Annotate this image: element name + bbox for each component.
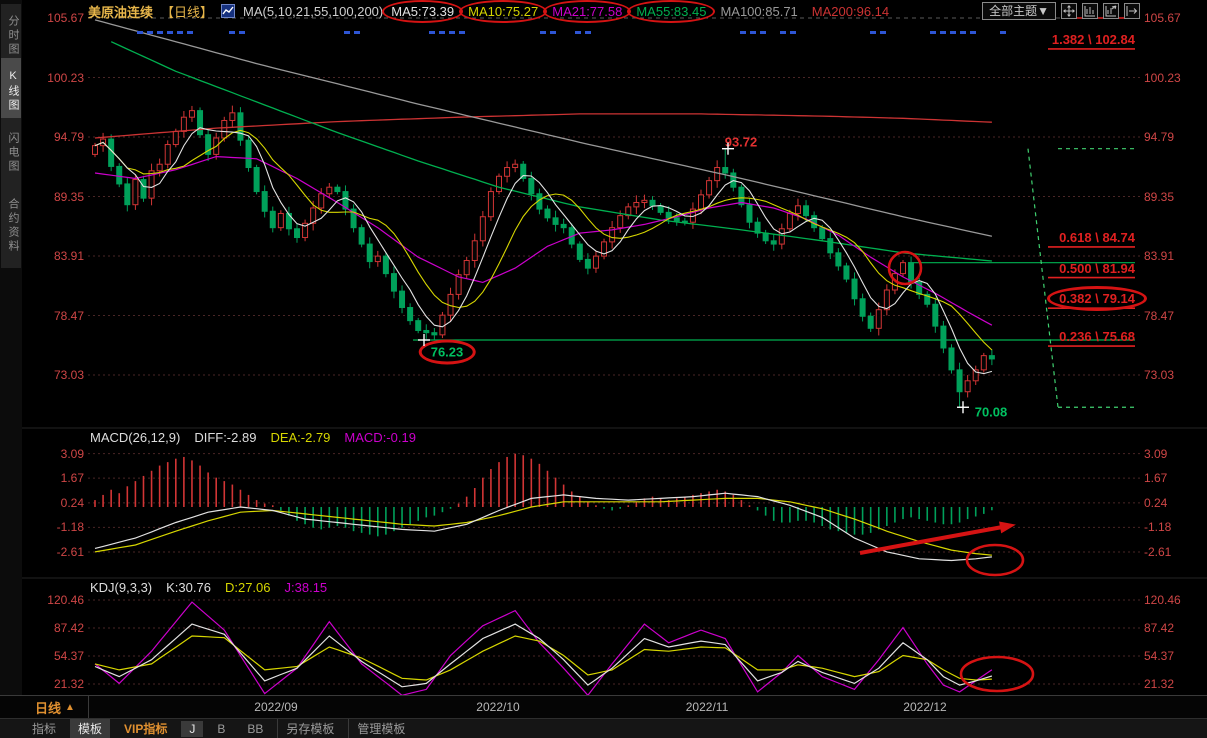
ma-value-label: MA100:85.71 — [720, 4, 797, 19]
sidebar-tab-合约资料[interactable]: 合约资料 — [1, 184, 21, 268]
price-axis-label-right: 78.47 — [1144, 309, 1174, 323]
price-axis-label-right: -2.61 — [1144, 545, 1171, 559]
price-axis-label-left: 78.47 — [24, 309, 84, 323]
bottom-toolbar: 指标模板VIP指标JBBB另存模板管理模板 — [0, 718, 1207, 738]
toolbar-item-VIP指标[interactable]: VIP指标 — [116, 719, 175, 738]
toolbar-item-模板[interactable]: 模板 — [70, 719, 110, 738]
macd-dea-value: DEA:-2.79 — [270, 430, 330, 445]
kdj-j-value: J:38.15 — [285, 580, 328, 595]
shift-right-icon[interactable] — [1124, 3, 1140, 19]
price-axis-label-left: 0.24 — [24, 496, 84, 510]
fib-level-label: 0.382 \ 79.14 — [1059, 291, 1135, 306]
price-axis-label-right: 1.67 — [1144, 471, 1167, 485]
instrument-title: 美原油连续 — [88, 2, 153, 21]
move-tool-icon[interactable] — [1061, 3, 1077, 19]
sidebar-tab-闪电图[interactable]: 闪电图 — [1, 118, 21, 188]
price-axis-label-right: 83.91 — [1144, 249, 1174, 263]
price-axis-label-left: 1.67 — [24, 471, 84, 485]
price-axis-label-left: 87.42 — [24, 621, 84, 635]
price-marker-label: 76.23 — [431, 345, 464, 360]
expand-bars-icon[interactable] — [1103, 3, 1119, 19]
ma-value-list: MA5:73.39 MA10:75.27 MA21:77.58 MA55:83.45 M… — [391, 4, 889, 19]
price-axis-label-right: 89.35 — [1144, 190, 1174, 204]
chart-type-icon — [221, 4, 235, 18]
price-axis-label-right: 120.46 — [1144, 593, 1181, 607]
ma-value-label: MA5:73.39 — [391, 4, 454, 19]
chart-header: 美原油连续 【日线】 MA(5,10,21,55,100,200) MA5:73… — [88, 0, 889, 22]
fib-level-label: 0.500 \ 81.94 — [1059, 261, 1135, 276]
ma-value-label: MA200:96.14 — [812, 4, 889, 19]
kdj-k-value: K:30.76 — [166, 580, 211, 595]
labels-layer: 105.67 105.67 100.23 100.23 94.79 94.79 89.35 8… — [0, 0, 1207, 738]
period-selector[interactable]: 日线 ▲ — [22, 696, 89, 718]
ma-parameters: MA(5,10,21,55,100,200) — [243, 4, 383, 19]
ma-value-label: MA55:83.45 — [636, 4, 706, 19]
macd-diff-value: DIFF:-2.89 — [194, 430, 256, 445]
price-axis-label-right: 100.23 — [1144, 71, 1181, 85]
toolbar-item-另存模板[interactable]: 另存模板 — [277, 719, 342, 738]
kdj-name: KDJ(9,3,3) — [90, 580, 152, 595]
header-controls: 全部主题▼ — [982, 2, 1140, 20]
price-axis-label-left: 94.79 — [24, 130, 84, 144]
toolbar-item-B[interactable]: B — [209, 721, 233, 737]
period-arrow-icon: ▲ — [65, 702, 75, 713]
price-axis-label-right: -1.18 — [1144, 520, 1171, 534]
price-axis-label-left: 120.46 — [24, 593, 84, 607]
price-marker-label: 93.72 — [725, 135, 758, 150]
price-axis-label-right: 94.79 — [1144, 130, 1174, 144]
period-label: 日线 — [35, 698, 61, 717]
price-marker-label: 70.08 — [975, 405, 1008, 420]
ma-value-label: MA21:77.58 — [552, 4, 622, 19]
sidebar-tab-K线图[interactable]: K线图 — [1, 58, 21, 124]
price-axis-label-left: -1.18 — [24, 520, 84, 534]
time-axis-row: 日线 ▲ 2022/09 2022/10 2022/11 2022/12 — [0, 695, 1207, 719]
date-label: 2022/10 — [476, 700, 519, 714]
fib-level-label: 1.382 \ 102.84 — [1052, 32, 1135, 47]
date-label: 2022/11 — [686, 700, 729, 714]
fib-level-label: 0.236 \ 75.68 — [1059, 329, 1135, 344]
kdj-d-value: D:27.06 — [225, 580, 271, 595]
macd-name: MACD(26,12,9) — [90, 430, 180, 445]
compress-bars-icon[interactable] — [1082, 3, 1098, 19]
toolbar-item-J[interactable]: J — [181, 721, 203, 737]
toolbar-item-管理模板[interactable]: 管理模板 — [348, 719, 413, 738]
kdj-header: KDJ(9,3,3) K:30.76 D:27.06 J:38.15 — [90, 580, 327, 595]
price-axis-label-right: 0.24 — [1144, 496, 1167, 510]
left-sidebar: 分时图K线图闪电图合约资料 — [0, 0, 22, 695]
date-label: 2022/12 — [903, 700, 946, 714]
price-axis-label-left: 83.91 — [24, 249, 84, 263]
price-axis-label-right: 87.42 — [1144, 621, 1174, 635]
price-axis-label-left: 73.03 — [24, 368, 84, 382]
price-axis-label-right: 105.67 — [1144, 11, 1181, 25]
price-axis-label-left: -2.61 — [24, 545, 84, 559]
app-window: 105.67 105.67 100.23 100.23 94.79 94.79 89.35 8… — [0, 0, 1207, 738]
macd-header: MACD(26,12,9) DIFF:-2.89 DEA:-2.79 MACD:… — [90, 430, 416, 445]
date-label: 2022/09 — [254, 700, 297, 714]
period-tag: 【日线】 — [161, 2, 213, 21]
price-axis-label-right: 21.32 — [1144, 677, 1174, 691]
theme-selector-button[interactable]: 全部主题▼ — [982, 2, 1056, 20]
price-axis-label-left: 100.23 — [24, 71, 84, 85]
price-axis-label-right: 73.03 — [1144, 368, 1174, 382]
price-axis-label-right: 54.37 — [1144, 649, 1174, 663]
toolbar-item-BB[interactable]: BB — [239, 721, 271, 737]
price-axis-label-left: 3.09 — [24, 447, 84, 461]
ma-value-label: MA10:75.27 — [468, 4, 538, 19]
price-axis-label-left: 54.37 — [24, 649, 84, 663]
macd-macd-value: MACD:-0.19 — [344, 430, 416, 445]
price-axis-label-left: 21.32 — [24, 677, 84, 691]
fib-level-label: 0.618 \ 84.74 — [1059, 230, 1135, 245]
price-axis-label-left: 105.67 — [24, 11, 84, 25]
toolbar-item-指标[interactable]: 指标 — [24, 719, 64, 738]
price-axis-label-left: 89.35 — [24, 190, 84, 204]
price-axis-label-right: 3.09 — [1144, 447, 1167, 461]
